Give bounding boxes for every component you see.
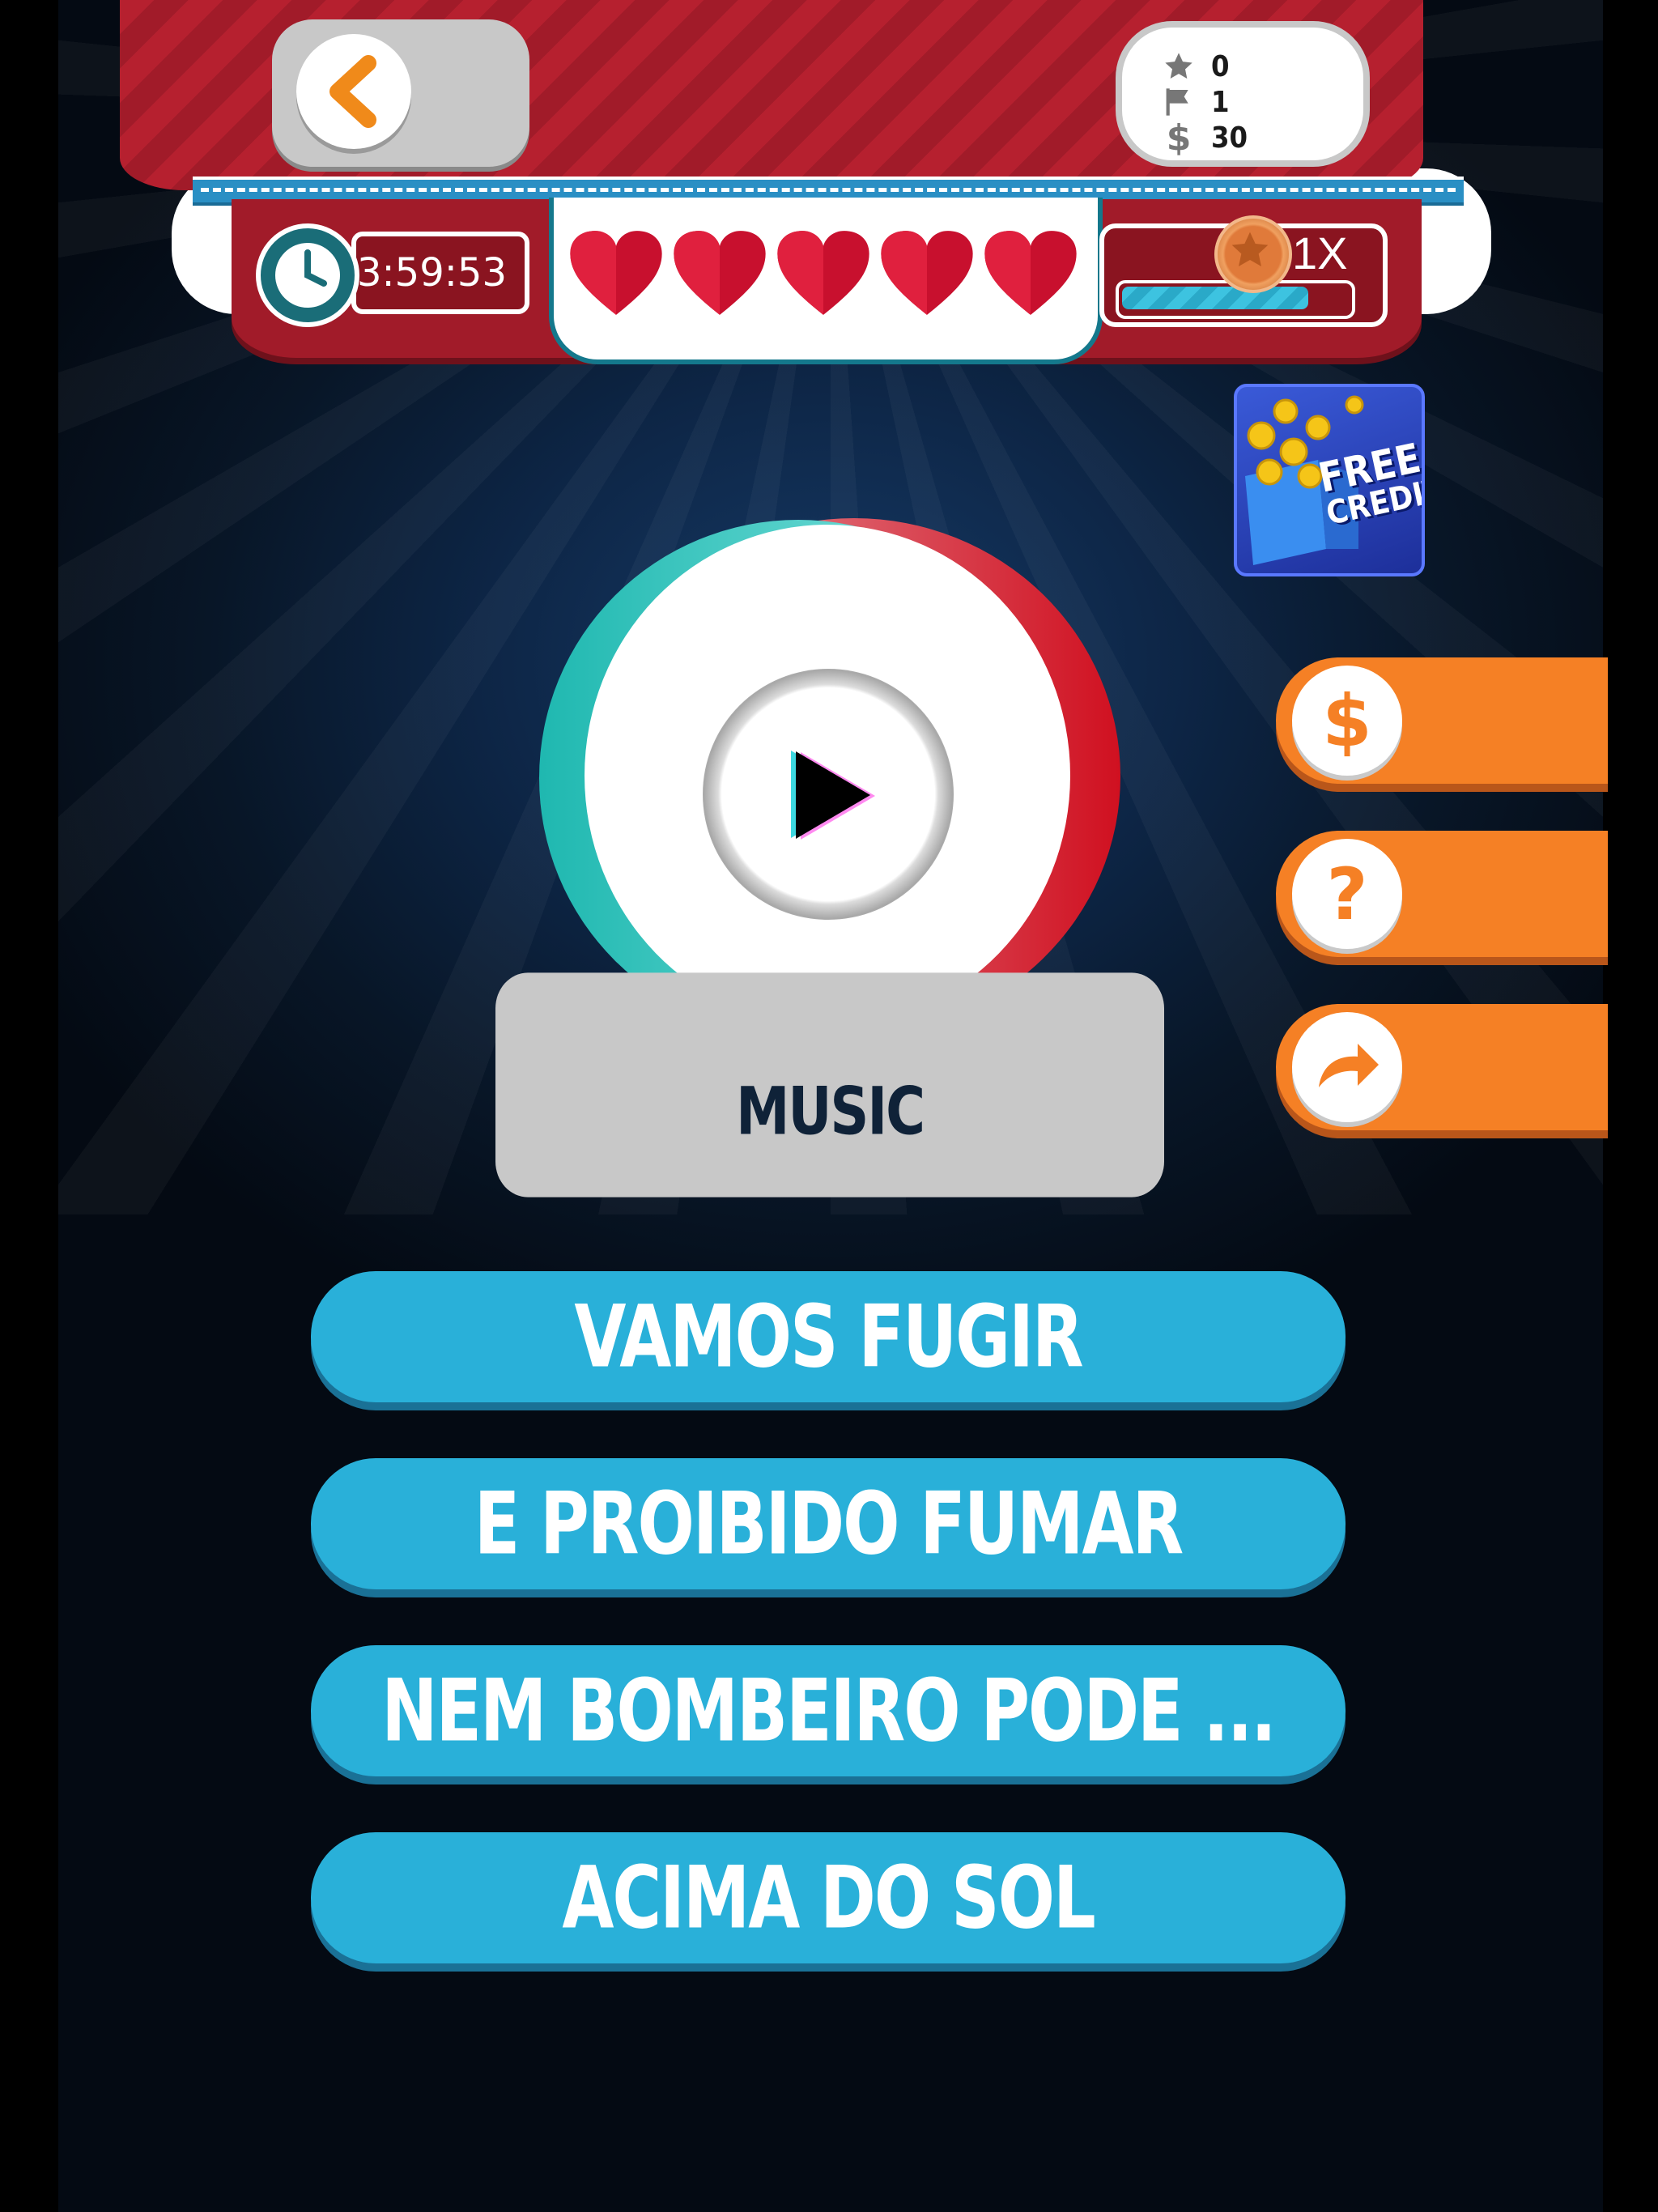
multiplier-label: 1X bbox=[1292, 228, 1348, 279]
back-arrow-icon bbox=[296, 34, 411, 149]
dollar-icon: $ bbox=[1292, 666, 1402, 776]
player-stats: 0 1 $ 30 bbox=[1116, 21, 1370, 167]
back-button[interactable] bbox=[272, 19, 529, 167]
answer-option-4[interactable]: ACIMA DO SOL bbox=[311, 1832, 1346, 1963]
answer-option-3-label: NEM BOMBEIRO PODE ... bbox=[381, 1661, 1277, 1761]
flags-count: 1 bbox=[1211, 85, 1230, 119]
music-disc bbox=[539, 518, 1120, 1036]
hint-lifeline-button[interactable]: ? bbox=[1276, 831, 1608, 957]
free-credits-button[interactable]: FREE CREDITS bbox=[1234, 384, 1425, 576]
heart-icon bbox=[570, 231, 662, 315]
timer-display: 3:59:53 bbox=[351, 232, 529, 314]
stars-count: 0 bbox=[1211, 49, 1230, 83]
lives-panel bbox=[549, 198, 1103, 364]
xp-bar-fill bbox=[1122, 287, 1308, 309]
money-count: 30 bbox=[1211, 121, 1248, 155]
question-icon: ? bbox=[1292, 839, 1402, 949]
play-icon bbox=[791, 751, 875, 840]
star-icon bbox=[1165, 53, 1192, 79]
answer-option-1-label: VAMOS FUGIR bbox=[574, 1287, 1083, 1387]
answer-option-2-label: E PROIBIDO FUMAR bbox=[474, 1474, 1184, 1574]
play-button[interactable] bbox=[703, 669, 954, 920]
clock-icon bbox=[256, 223, 359, 327]
buy-coins-lifeline-button[interactable]: $ bbox=[1276, 657, 1608, 784]
answer-option-3[interactable]: NEM BOMBEIRO PODE ... bbox=[311, 1645, 1346, 1776]
category-label: MUSIC bbox=[495, 972, 1164, 1197]
heart-icon bbox=[674, 231, 766, 315]
answer-option-2[interactable]: E PROIBIDO FUMAR bbox=[311, 1458, 1346, 1589]
money-stat: $ 30 bbox=[1163, 117, 1248, 159]
flag-icon bbox=[1166, 88, 1188, 116]
answer-option-1[interactable]: VAMOS FUGIR bbox=[311, 1271, 1346, 1402]
medal-icon bbox=[1214, 215, 1292, 293]
heart-icon bbox=[984, 231, 1077, 315]
flags-stat: 1 bbox=[1163, 85, 1230, 119]
heart-icon bbox=[777, 231, 869, 315]
share-arrow-icon bbox=[1292, 1012, 1402, 1122]
skip-lifeline-button[interactable] bbox=[1276, 1004, 1608, 1130]
stars-stat: 0 bbox=[1163, 50, 1230, 83]
dollar-icon: $ bbox=[1166, 117, 1192, 159]
answer-option-4-label: ACIMA DO SOL bbox=[562, 1848, 1095, 1948]
heart-icon bbox=[881, 231, 973, 315]
